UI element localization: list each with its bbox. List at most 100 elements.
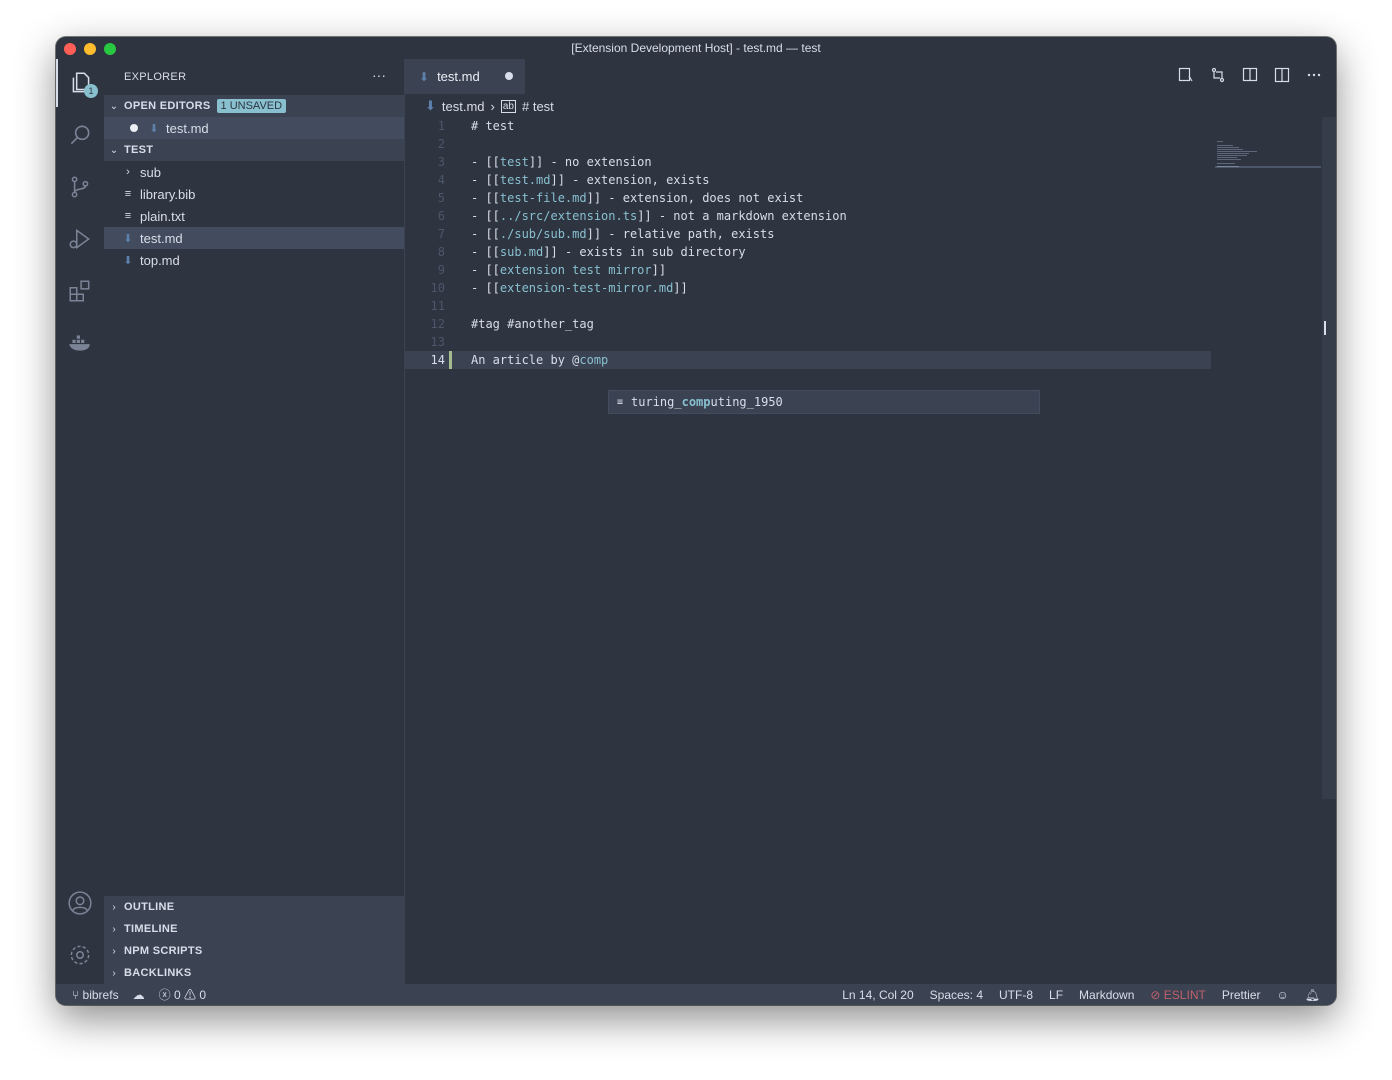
unsaved-badge: 1 UNSAVED bbox=[216, 99, 287, 113]
wiki-link[interactable]: test bbox=[500, 155, 529, 169]
encoding[interactable]: UTF-8 bbox=[999, 988, 1033, 1002]
code-line: 6 - [[../src/extension.ts]] - not a markd… bbox=[405, 207, 1211, 225]
language-mode[interactable]: Markdown bbox=[1079, 988, 1134, 1002]
wiki-link[interactable]: test-file.md bbox=[500, 191, 587, 205]
bell-icon[interactable]: 🔔︎ bbox=[1305, 988, 1320, 1002]
source-control-activity-button[interactable] bbox=[56, 163, 104, 211]
run-debug-activity-button[interactable] bbox=[56, 215, 104, 263]
end-of-line[interactable]: LF bbox=[1049, 988, 1063, 1002]
tag-text[interactable]: #tag #another_tag bbox=[471, 315, 594, 333]
chevron-right-icon: › bbox=[126, 166, 130, 178]
open-preview-side-button[interactable] bbox=[1242, 67, 1258, 83]
outline-section[interactable]: › OUTLINE bbox=[104, 896, 404, 918]
folder-section-test[interactable]: ⌄ TEST bbox=[104, 139, 404, 161]
branch-status[interactable]: ⑂ bibrefs bbox=[72, 988, 119, 1002]
editor-area: ⬇ test.md ⬇ test.md › ab # test 1 # test… bbox=[405, 59, 1336, 984]
status-bar: ⑂ bibrefs ☁ ⓧ 0 ⚠ 0 Ln 14, Col 20 Spaces… bbox=[56, 984, 1336, 1005]
code-editor[interactable]: 1 # test 2 3 - [[test]] - no extension 4 - … bbox=[405, 117, 1211, 369]
chevron-right-icon: › bbox=[112, 901, 116, 913]
title-bar: [Extension Development Host] - test.md —… bbox=[56, 37, 1336, 59]
wiki-link[interactable]: test.md bbox=[500, 173, 551, 187]
accounts-activity-button[interactable] bbox=[56, 879, 104, 927]
preview-icon bbox=[1178, 67, 1193, 82]
eslint-status[interactable]: ⊘ ESLINT bbox=[1150, 988, 1205, 1002]
compare-changes-icon bbox=[1211, 67, 1225, 83]
problems-status[interactable]: ⓧ 0 ⚠ 0 bbox=[159, 986, 206, 1003]
line-number: 12 bbox=[430, 317, 445, 331]
line-number: 9 bbox=[437, 263, 445, 277]
npm-scripts-section[interactable]: › NPM SCRIPTS bbox=[104, 940, 404, 962]
explorer-more-button[interactable]: ··· bbox=[372, 67, 386, 83]
backlinks-section[interactable]: › BACKLINKS bbox=[104, 962, 404, 984]
scrollbar-cursor-marker bbox=[1324, 321, 1336, 335]
run-debug-icon bbox=[69, 228, 90, 250]
line-text: - [[../src/extension.ts]] - not a markdo… bbox=[471, 209, 847, 223]
unsaved-dot-icon[interactable] bbox=[130, 124, 138, 132]
markdown-file-icon: ⬇ bbox=[419, 69, 430, 84]
line-text: An article by @comp bbox=[471, 353, 609, 367]
markdown-file-icon: ⬇ bbox=[123, 254, 133, 267]
chevron-right-icon: › bbox=[490, 98, 495, 114]
explorer-activity-button[interactable]: 1 bbox=[56, 59, 104, 107]
search-activity-button[interactable] bbox=[56, 111, 104, 159]
tab-bar: ⬇ test.md bbox=[405, 59, 1336, 94]
suggestion-item[interactable]: turing_computing_1950 bbox=[631, 395, 783, 409]
breadcrumb: ⬇ test.md › ab # test bbox=[425, 96, 554, 116]
tree-item-label: sub bbox=[140, 164, 161, 180]
activity-bar: 1 bbox=[56, 59, 104, 984]
tree-item-test-md[interactable]: ⬇ test.md bbox=[104, 227, 404, 249]
open-preview-button[interactable] bbox=[1178, 67, 1194, 83]
code-line: 3 - [[test]] - no extension bbox=[405, 153, 1211, 171]
open-editors-section[interactable]: ⌄ OPEN EDITORS 1 UNSAVED bbox=[104, 95, 404, 117]
wiki-link[interactable]: extension-test-mirror.md bbox=[500, 281, 673, 295]
tree-item-top-md[interactable]: ⬇ top.md bbox=[104, 249, 404, 271]
extensions-activity-button[interactable] bbox=[56, 267, 104, 315]
minimap[interactable] bbox=[1215, 139, 1321, 179]
open-changes-button[interactable] bbox=[1210, 67, 1226, 83]
outline-label: OUTLINE bbox=[124, 901, 175, 913]
line-number: 8 bbox=[437, 245, 445, 259]
line-number: 11 bbox=[430, 299, 445, 313]
wiki-link[interactable]: ../src/extension.ts bbox=[500, 209, 637, 223]
chevron-down-icon: ⌄ bbox=[109, 144, 119, 156]
tab-test-md[interactable]: ⬇ test.md bbox=[405, 59, 525, 94]
feedback-icon[interactable]: ☺ bbox=[1277, 988, 1289, 1002]
more-actions-button[interactable] bbox=[1306, 67, 1322, 83]
source-control-icon bbox=[71, 176, 89, 198]
manage-activity-button[interactable] bbox=[56, 931, 104, 979]
string-symbol-icon: ab bbox=[500, 99, 516, 113]
split-editor-icon bbox=[1274, 67, 1290, 83]
split-editor-button[interactable] bbox=[1274, 67, 1290, 83]
tree-item-library-bib[interactable]: ≡ library.bib bbox=[104, 183, 404, 205]
text-file-icon: ≡ bbox=[124, 188, 132, 200]
code-line: 11 bbox=[405, 297, 1211, 315]
error-count: 0 bbox=[173, 988, 181, 1002]
editor-actions bbox=[1178, 67, 1322, 83]
tree-item-sub[interactable]: › sub bbox=[104, 161, 404, 183]
wiki-link[interactable]: extension test mirror bbox=[500, 263, 652, 277]
ellipsis-icon bbox=[1307, 73, 1321, 77]
cursor-position[interactable]: Ln 14, Col 20 bbox=[842, 988, 913, 1002]
prettier-status[interactable]: Prettier bbox=[1222, 988, 1261, 1002]
vscode-window: [Extension Development Host] - test.md —… bbox=[56, 37, 1336, 1005]
code-line: 1 # test bbox=[405, 117, 1211, 135]
chevron-right-icon: › bbox=[112, 923, 116, 935]
unsaved-dot-icon[interactable] bbox=[505, 72, 513, 80]
explorer-title: EXPLORER bbox=[124, 71, 187, 83]
breadcrumb-symbol[interactable]: # test bbox=[522, 99, 554, 114]
wiki-link[interactable]: ./sub/sub.md bbox=[500, 227, 587, 241]
open-editor-item[interactable]: ⬇ test.md bbox=[104, 117, 404, 139]
sync-icon[interactable]: ☁ bbox=[133, 988, 145, 1002]
editor-scrollbar[interactable] bbox=[1322, 117, 1336, 799]
markdown-file-icon: ⬇ bbox=[149, 122, 159, 135]
timeline-section[interactable]: › TIMELINE bbox=[104, 918, 404, 940]
docker-activity-button[interactable] bbox=[56, 319, 104, 367]
breadcrumb-file[interactable]: test.md bbox=[442, 99, 485, 114]
folder-label: TEST bbox=[124, 144, 154, 156]
indentation[interactable]: Spaces: 4 bbox=[930, 988, 983, 1002]
branch-label: bibrefs bbox=[82, 987, 119, 1002]
suggestion-widget[interactable]: ≡ turing_computing_1950 bbox=[608, 390, 1040, 414]
open-editor-label: test.md bbox=[166, 120, 209, 136]
tree-item-plain-txt[interactable]: ≡ plain.txt bbox=[104, 205, 404, 227]
wiki-link[interactable]: sub.md bbox=[500, 245, 543, 259]
